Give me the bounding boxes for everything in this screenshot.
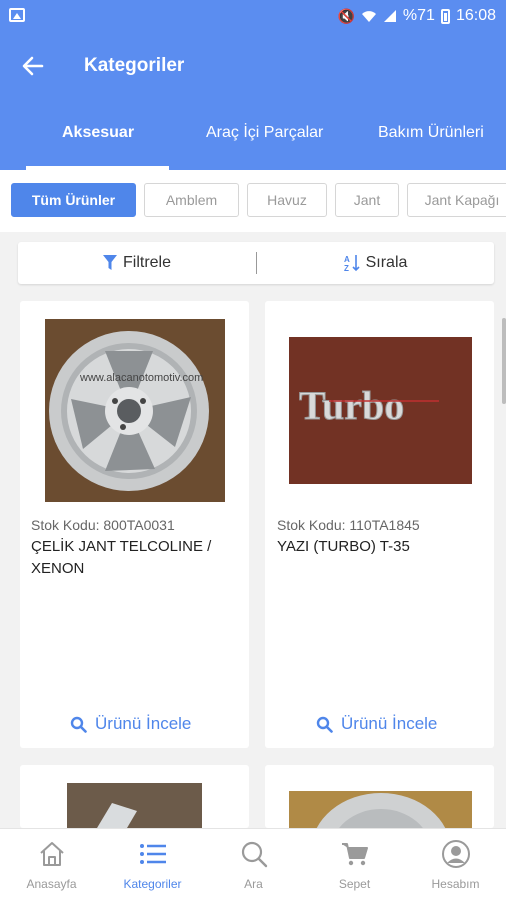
chip-amblem[interactable]: Amblem <box>144 183 239 217</box>
page-title: Kategoriler <box>84 55 185 76</box>
product-name-line2: XENON <box>31 560 85 577</box>
chip-havuz[interactable]: Havuz <box>247 183 327 217</box>
nav-label: Ara <box>244 877 263 891</box>
product-name: YAZI (TURBO) T-35 <box>277 536 492 558</box>
filter-sort-bar: Filtrele A Z Sırala <box>18 242 494 284</box>
clock: 16:08 <box>455 7 496 24</box>
svg-text:A: A <box>344 255 350 264</box>
chip-jant-kapagi[interactable]: Jant Kapağı <box>407 183 506 217</box>
product-name: ÇELİK JANT TELCOLINE / XENON <box>31 536 246 580</box>
product-name-line1: YAZI (TURBO) T-35 <box>277 538 410 555</box>
tab-arac-ici-parcalar[interactable]: Araç İçi Parçalar <box>206 124 323 142</box>
product-image-turbo: Turbo <box>289 337 472 484</box>
nav-hesabim[interactable]: Hesabım <box>405 829 506 900</box>
chip-jant[interactable]: Jant <box>335 183 399 217</box>
product-card[interactable]: www.alacanotomotiv.com Stok Kodu: 800TA0… <box>20 301 249 748</box>
subcategory-chips: Tüm Ürünler Amblem Havuz Jant Jant Kapağ… <box>0 170 506 232</box>
product-card[interactable] <box>20 765 249 828</box>
stock-code: Stok Kodu: 800TA0031 <box>31 517 175 533</box>
inspect-product-button[interactable]: Ürünü İncele <box>70 714 191 734</box>
nav-label: Sepet <box>338 877 371 891</box>
cart-icon <box>341 843 368 866</box>
filter-label: Filtrele <box>122 254 171 271</box>
battery-percent: %71 <box>402 7 435 24</box>
signal-icon <box>383 10 396 22</box>
filter-icon <box>102 255 117 270</box>
back-button[interactable] <box>18 51 48 81</box>
category-tabs: Aksesuar Araç İçi Parçalar Bakım Ürünler… <box>0 98 506 170</box>
sort-button[interactable]: A Z Sırala <box>257 242 494 284</box>
status-indicators: 🔇 %71 16:08 <box>337 7 496 25</box>
image-watermark: www.alacanotomotiv.com <box>79 372 203 384</box>
search-icon <box>316 716 333 733</box>
inspect-label: Ürünü İncele <box>95 714 192 733</box>
nav-ara[interactable]: Ara <box>203 829 304 900</box>
sort-label: Sırala <box>365 254 408 271</box>
arrow-left-icon <box>22 56 44 76</box>
filter-button[interactable]: Filtrele <box>18 242 256 284</box>
mute-icon: 🔇 <box>337 7 355 24</box>
turbo-emblem-text: Turbo <box>299 383 404 428</box>
app-bar: Kategoriler <box>0 34 506 98</box>
gallery-notification-icon <box>9 8 25 22</box>
status-bar: 🔇 %71 16:08 <box>0 0 506 34</box>
tab-bakim-urunleri[interactable]: Bakım Ürünleri <box>378 124 484 142</box>
wifi-icon <box>361 11 376 22</box>
nav-sepet[interactable]: Sepet <box>304 829 405 900</box>
nav-anasayfa[interactable]: Anasayfa <box>1 829 102 900</box>
bottom-navigation: Anasayfa Kategoriler Ara Sepet Hesabım <box>0 828 506 900</box>
product-image <box>67 783 202 828</box>
tab-aksesuar[interactable]: Aksesuar <box>62 124 134 142</box>
home-icon <box>39 842 64 866</box>
nav-label: Kategoriler <box>123 877 182 891</box>
product-card[interactable] <box>265 765 494 828</box>
battery-icon <box>440 8 450 24</box>
stock-code: Stok Kodu: 110TA1845 <box>277 517 420 533</box>
chip-tum-urunler[interactable]: Tüm Ürünler <box>11 183 136 217</box>
product-image <box>289 791 472 828</box>
product-name-line1: ÇELİK JANT TELCOLINE / <box>31 538 212 555</box>
search-icon <box>241 841 267 868</box>
svg-text:Z: Z <box>344 264 349 272</box>
nav-kategoriler[interactable]: Kategoriler <box>102 829 203 900</box>
scrollbar[interactable] <box>502 318 506 404</box>
account-icon <box>441 840 470 868</box>
product-image-wheel: www.alacanotomotiv.com <box>45 319 225 502</box>
inspect-label: Ürünü İncele <box>341 714 438 733</box>
nav-label: Anasayfa <box>26 877 77 891</box>
sort-icon: A Z <box>344 255 360 272</box>
inspect-product-button[interactable]: Ürünü İncele <box>316 714 437 734</box>
list-icon <box>139 844 166 864</box>
search-icon <box>70 716 87 733</box>
nav-label: Hesabım <box>431 877 480 891</box>
product-card[interactable]: Turbo Stok Kodu: 110TA1845 YAZI (TURBO) … <box>265 301 494 748</box>
